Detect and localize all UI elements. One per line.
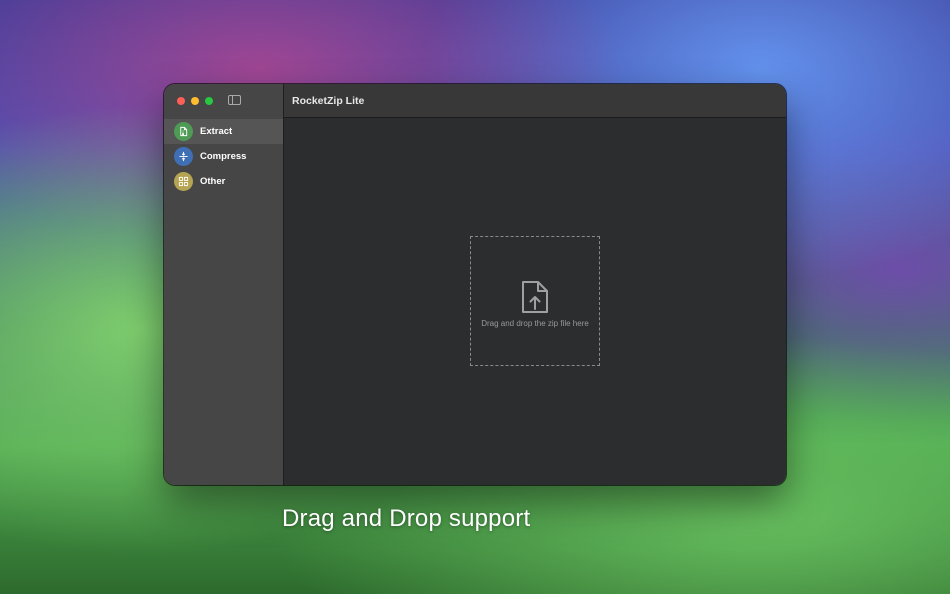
main-panel: RocketZip Lite Drag and drop the zip fil… [284,84,786,485]
sidebar-item-compress[interactable]: Compress [164,144,283,169]
content-area: Drag and drop the zip file here [284,118,786,485]
sidebar: Extract Compress Other [164,84,284,485]
sidebar-item-label: Other [200,176,226,187]
sidebar-nav: Extract Compress Other [164,119,283,194]
sidebar-toggle-icon[interactable] [228,95,241,105]
sidebar-item-label: Extract [200,126,233,137]
sidebar-item-label: Compress [200,151,247,162]
app-window: Extract Compress Other RocketZip Lite Dr… [164,84,786,485]
marketing-caption: Drag and Drop support [282,505,531,532]
drop-zone[interactable]: Drag and drop the zip file here [470,236,600,366]
grid-icon [174,172,193,191]
title-bar: RocketZip Lite [284,84,786,118]
minimize-window-button[interactable] [191,97,199,105]
file-upload-icon [522,280,548,313]
window-title: RocketZip Lite [292,94,365,107]
drop-zone-text: Drag and drop the zip file here [481,318,589,328]
document-zip-icon [174,122,193,141]
window-controls [177,97,213,105]
close-window-button[interactable] [177,97,185,105]
sidebar-item-extract[interactable]: Extract [164,119,283,144]
sidebar-item-other[interactable]: Other [164,169,283,194]
zoom-window-button[interactable] [205,97,213,105]
compress-arrows-icon [174,147,193,166]
